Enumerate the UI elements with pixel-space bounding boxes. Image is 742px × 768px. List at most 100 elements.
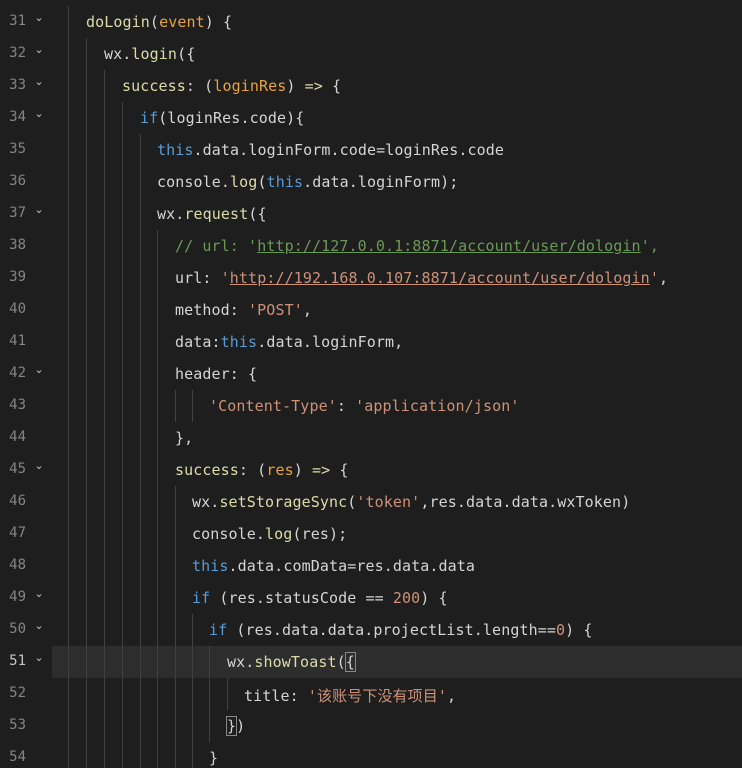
indent-guide [86, 518, 87, 550]
code-line[interactable]: 41 data:this.data.loginForm, [0, 326, 742, 358]
indent-guide [140, 486, 141, 518]
code-text: doLogin(event) { [86, 13, 233, 31]
indent-guide [68, 518, 69, 550]
indent-guide [140, 646, 141, 678]
chevron-down-icon[interactable]: ⌄ [33, 652, 45, 664]
indent-guide [68, 710, 69, 742]
code-line[interactable]: 45 ⌄ success: (res) => { [0, 454, 742, 486]
indent-guide [122, 710, 123, 742]
code-line[interactable]: 50 ⌄ if (res.data.data.projectList.lengt… [0, 614, 742, 646]
code-line[interactable]: 34 ⌄ if(loginRes.code){ [0, 102, 742, 134]
code-text: success: (loginRes) => { [122, 77, 342, 95]
chevron-down-icon[interactable]: ⌄ [33, 204, 45, 216]
indent-guide [122, 614, 123, 646]
code-line[interactable]: 31 ⌄ doLogin(event) { [0, 6, 742, 38]
line-number: 32 [9, 45, 26, 61]
indent-guide [140, 518, 141, 550]
code-text: console.log(res); [192, 525, 348, 543]
code-text: success: (res) => { [175, 461, 349, 479]
code-editor[interactable]: 31 ⌄ doLogin(event) { 32 ⌄ wx.login({ 33… [0, 0, 742, 768]
indent-guide [140, 262, 141, 294]
code-text: console.log(this.data.loginForm); [157, 173, 459, 191]
code-line[interactable]: 54 } [0, 742, 742, 768]
code-line[interactable]: 43 'Content-Type': 'application/json' [0, 390, 742, 422]
indent-guide [140, 230, 141, 262]
code-line[interactable]: 46 wx.setStorageSync('token',res.data.da… [0, 486, 742, 518]
indent-guide [209, 646, 210, 678]
line-number: 43 [9, 397, 26, 413]
indent-guide [175, 678, 176, 710]
code-line[interactable]: 39 url: 'http://192.168.0.107:8871/accou… [0, 262, 742, 294]
code-text: this.data.comData=res.data.data [192, 557, 476, 575]
code-line[interactable]: 49 ⌄ if (res.statusCode == 200) { [0, 582, 742, 614]
chevron-down-icon[interactable]: ⌄ [33, 76, 45, 88]
code-line[interactable]: 48 this.data.comData=res.data.data [0, 550, 742, 582]
code-text: method: 'POST', [175, 301, 312, 319]
code-line[interactable]: 52 title: '该账号下没有项目', [0, 678, 742, 710]
indent-guide [104, 710, 105, 742]
indent-guide [175, 646, 176, 678]
current-line-highlight [52, 646, 742, 678]
indent-guide [122, 678, 123, 710]
code-line[interactable]: 47 console.log(res); [0, 518, 742, 550]
code-line[interactable]: 42 ⌄ header: { [0, 358, 742, 390]
indent-guide [86, 678, 87, 710]
code-line[interactable]: 32 ⌄ wx.login({ [0, 38, 742, 70]
indent-guide [157, 230, 158, 262]
chevron-down-icon[interactable]: ⌄ [33, 44, 45, 56]
line-number: 42 [9, 365, 26, 381]
code-line[interactable]: 35 this.data.loginForm.code=loginRes.cod… [0, 134, 742, 166]
chevron-down-icon[interactable]: ⌄ [33, 588, 45, 600]
indent-guide [175, 710, 176, 742]
line-number: 38 [9, 237, 26, 253]
line-number: 54 [9, 749, 26, 765]
line-number: 37 [9, 205, 26, 221]
indent-guide [140, 198, 141, 230]
code-line[interactable]: 40 method: 'POST', [0, 294, 742, 326]
indent-guide [140, 614, 141, 646]
indent-guide [104, 294, 105, 326]
indent-guide [157, 390, 158, 422]
chevron-down-icon[interactable]: ⌄ [33, 364, 45, 376]
indent-guide [175, 550, 176, 582]
chevron-down-icon[interactable]: ⌄ [33, 460, 45, 472]
chevron-down-icon[interactable]: ⌄ [33, 620, 45, 632]
code-line[interactable]: 53 }) [0, 710, 742, 742]
code-line[interactable]: 37 ⌄ wx.request({ [0, 198, 742, 230]
code-text: title: '该账号下没有项目', [244, 687, 457, 705]
indent-guide [175, 742, 176, 768]
code-line[interactable]: 33 ⌄ success: (loginRes) => { [0, 70, 742, 102]
code-line[interactable]: 38 // url: 'http://127.0.0.1:8871/accoun… [0, 230, 742, 262]
indent-guide [192, 678, 193, 710]
indent-guide [68, 390, 69, 422]
chevron-down-icon[interactable]: ⌄ [33, 108, 45, 120]
code-text: this.data.loginForm.code=loginRes.code [157, 141, 504, 159]
indent-guide [104, 326, 105, 358]
code-line[interactable]: 44 }, [0, 422, 742, 454]
indent-guide [122, 486, 123, 518]
code-text: if (res.data.data.projectList.length==0)… [209, 621, 593, 639]
line-number: 34 [9, 109, 26, 125]
indent-guide [140, 742, 141, 768]
indent-guide [68, 6, 69, 38]
chevron-down-icon[interactable]: ⌄ [33, 12, 45, 24]
indent-guide [86, 262, 87, 294]
indent-guide [140, 678, 141, 710]
code-line[interactable]: 36 console.log(this.data.loginForm); [0, 166, 742, 198]
line-number: 44 [9, 429, 26, 445]
indent-guide [68, 678, 69, 710]
indent-guide [157, 646, 158, 678]
indent-guide [157, 678, 158, 710]
code-line-current[interactable]: 51 ⌄ wx.showToast({ [0, 646, 742, 678]
indent-guide [157, 550, 158, 582]
indent-guide [175, 518, 176, 550]
indent-guide [86, 102, 87, 134]
indent-guide [157, 358, 158, 390]
indent-guide [68, 646, 69, 678]
indent-guide [122, 230, 123, 262]
indent-guide [140, 294, 141, 326]
line-number: 51 [9, 653, 26, 669]
indent-guide [140, 326, 141, 358]
indent-guide [140, 134, 141, 166]
indent-guide [122, 390, 123, 422]
